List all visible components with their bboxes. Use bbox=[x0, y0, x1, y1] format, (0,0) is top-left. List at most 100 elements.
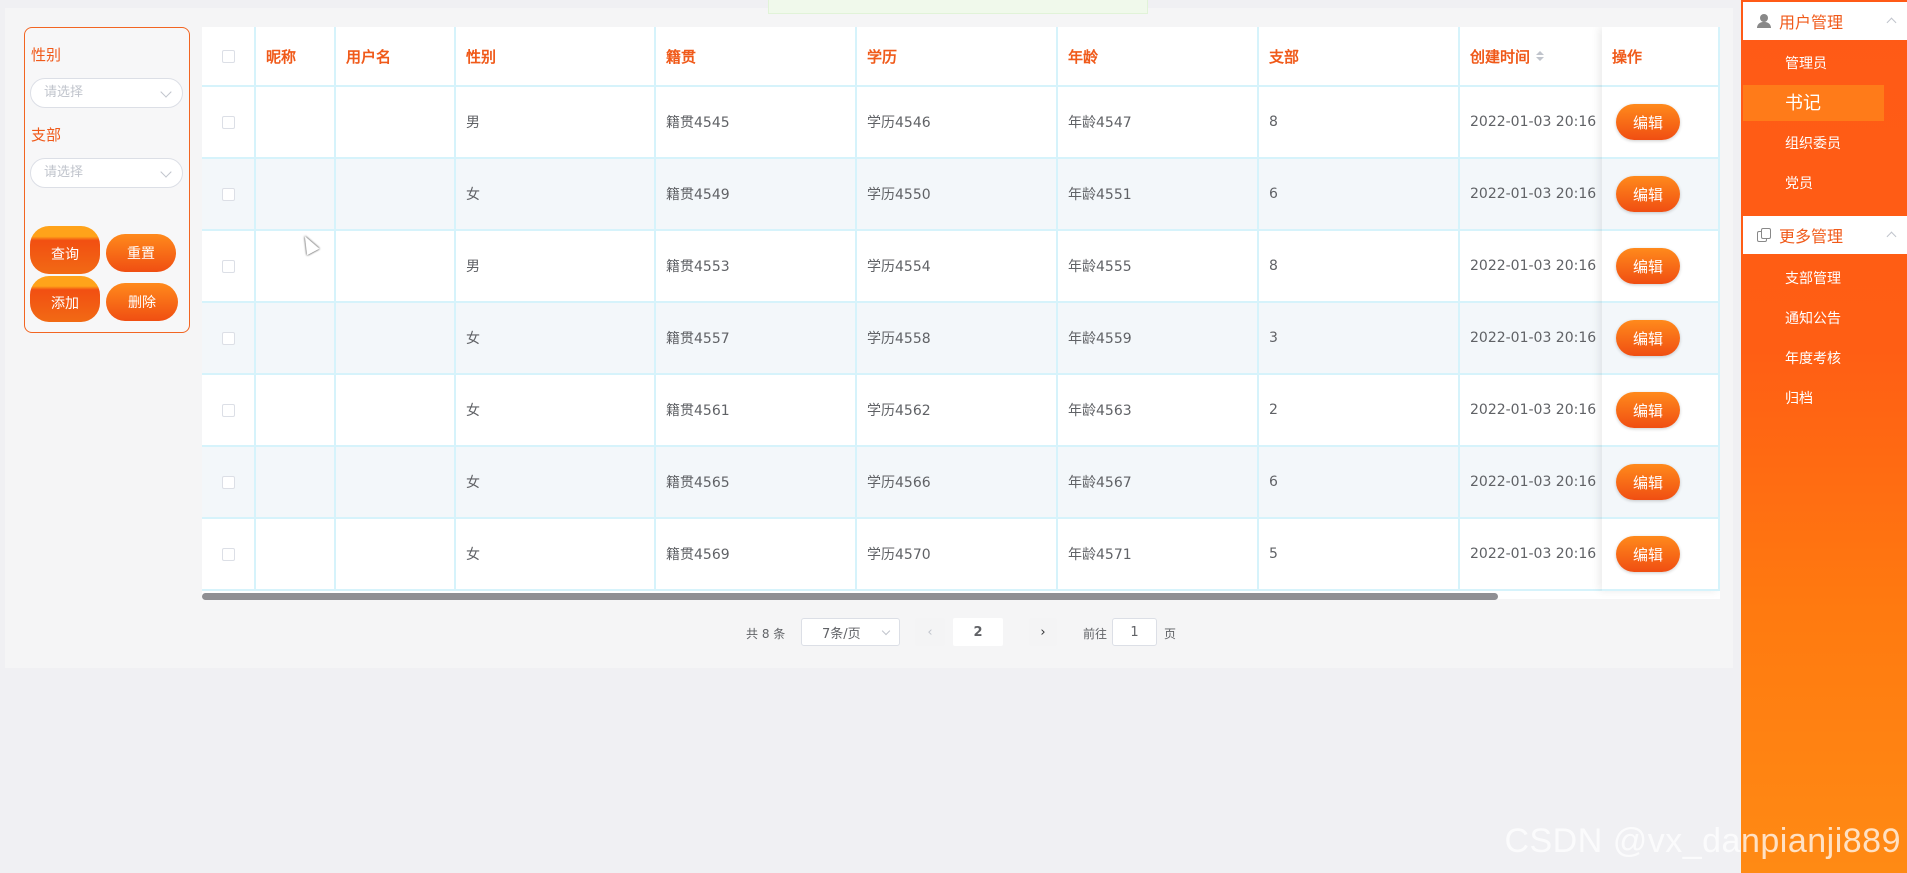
column-header-branch: 支部 bbox=[1259, 27, 1460, 87]
sidebar-item-0[interactable]: 管理员 bbox=[1785, 53, 1827, 73]
chevron-up-icon bbox=[1886, 231, 1897, 242]
table-cell-created: 2022-01-03 20:16 bbox=[1460, 303, 1620, 375]
row-checkbox[interactable] bbox=[221, 187, 235, 201]
chevron-left-icon: ‹ bbox=[927, 624, 933, 640]
table-cell-branch: 5 bbox=[1259, 519, 1460, 591]
prev-page-button[interactable]: ‹ bbox=[915, 618, 945, 646]
table-cell-created: 2022-01-03 20:16 bbox=[1460, 159, 1620, 231]
table-cell-username bbox=[336, 519, 456, 591]
sidebar-item-more-1[interactable]: 通知公告 bbox=[1785, 308, 1841, 328]
sidebar-item-more-3[interactable]: 归档 bbox=[1785, 388, 1813, 408]
edit-button[interactable]: 编辑 bbox=[1616, 104, 1680, 140]
table-cell-username bbox=[336, 231, 456, 303]
goto-page-value: 1 bbox=[1130, 624, 1139, 640]
sort-icon[interactable] bbox=[1536, 51, 1545, 61]
row-checkbox-cell bbox=[202, 159, 256, 231]
gender-select-placeholder: 请选择 bbox=[44, 85, 84, 100]
query-button[interactable]: 查询 bbox=[30, 226, 100, 274]
table-cell-ops: 编辑 bbox=[1602, 87, 1720, 159]
next-page-button[interactable]: › bbox=[1029, 618, 1057, 646]
table-cell-nickname bbox=[256, 447, 336, 519]
table-cell-gender: 男 bbox=[456, 231, 656, 303]
row-checkbox[interactable] bbox=[221, 259, 235, 273]
filter-panel: 性别 请选择 支部 请选择 查询 重置 添加 删除 bbox=[24, 27, 190, 333]
table-cell-branch: 6 bbox=[1259, 159, 1460, 231]
table-cell-native: 籍贯4553 bbox=[656, 231, 857, 303]
current-page[interactable]: 2 bbox=[953, 618, 1003, 646]
operations-column: 操作 编辑 编辑 编辑 编辑 编辑 编辑 编辑 bbox=[1602, 27, 1720, 591]
sidebar-item-more-0[interactable]: 支部管理 bbox=[1785, 268, 1841, 288]
delete-button[interactable]: 删除 bbox=[106, 283, 178, 321]
table-cell-ops: 编辑 bbox=[1602, 519, 1720, 591]
row-checkbox-cell bbox=[202, 303, 256, 375]
top-toast bbox=[768, 0, 1148, 14]
table-cell-branch: 6 bbox=[1259, 447, 1460, 519]
page-size-select[interactable]: 7条/页 bbox=[801, 618, 900, 646]
horizontal-scrollbar[interactable] bbox=[202, 593, 1498, 600]
table-cell-gender: 女 bbox=[456, 519, 656, 591]
column-header-label: 昵称 bbox=[266, 47, 297, 66]
gender-select[interactable]: 请选择 bbox=[30, 78, 183, 108]
sidebar-group-user-management[interactable]: 用户管理 bbox=[1743, 2, 1907, 40]
sidebar-item-3[interactable]: 党员 bbox=[1785, 173, 1813, 193]
branch-select[interactable]: 请选择 bbox=[30, 158, 183, 188]
column-header-gender: 性别 bbox=[456, 27, 656, 87]
edit-button[interactable]: 编辑 bbox=[1616, 176, 1680, 212]
sidebar-group-more-management[interactable]: 更多管理 bbox=[1743, 216, 1907, 254]
table-cell-age: 年龄4571 bbox=[1058, 519, 1259, 591]
sidebar-item-more-2[interactable]: 年度考核 bbox=[1785, 348, 1841, 368]
table-cell-education: 学历4554 bbox=[857, 231, 1058, 303]
table-cell-branch: 2 bbox=[1259, 375, 1460, 447]
goto-page-input[interactable]: 1 bbox=[1112, 618, 1157, 646]
table-cell-education: 学历4550 bbox=[857, 159, 1058, 231]
edit-button[interactable]: 编辑 bbox=[1616, 248, 1680, 284]
row-checkbox[interactable] bbox=[221, 547, 235, 561]
row-checkbox[interactable] bbox=[221, 403, 235, 417]
table-cell-gender: 女 bbox=[456, 447, 656, 519]
column-header-username: 用户名 bbox=[336, 27, 456, 87]
reset-button[interactable]: 重置 bbox=[106, 234, 176, 272]
table-cell-nickname bbox=[256, 519, 336, 591]
edit-button[interactable]: 编辑 bbox=[1616, 464, 1680, 500]
table-cell-age: 年龄4567 bbox=[1058, 447, 1259, 519]
row-checkbox[interactable] bbox=[221, 115, 235, 129]
chevron-up-icon bbox=[1886, 17, 1897, 28]
select-all-checkbox[interactable] bbox=[221, 49, 235, 63]
chevron-down-icon bbox=[160, 166, 172, 178]
table-cell-age: 年龄4563 bbox=[1058, 375, 1259, 447]
table-cell-created: 2022-01-03 20:16 bbox=[1460, 519, 1620, 591]
chevron-down-icon bbox=[881, 626, 891, 636]
row-checkbox-cell bbox=[202, 231, 256, 303]
row-checkbox[interactable] bbox=[221, 475, 235, 489]
watermark: CSDN @vx_danpianji889 bbox=[1504, 822, 1901, 860]
sidebar-item-2[interactable]: 组织委员 bbox=[1785, 133, 1841, 153]
row-checkbox-cell bbox=[202, 447, 256, 519]
table-cell-ops: 编辑 bbox=[1602, 303, 1720, 375]
row-checkbox[interactable] bbox=[221, 331, 235, 345]
row-checkbox-cell bbox=[202, 87, 256, 159]
add-button[interactable]: 添加 bbox=[30, 276, 100, 322]
copy-icon bbox=[1757, 228, 1771, 242]
table-cell-ops: 编辑 bbox=[1602, 231, 1720, 303]
table-cell-nickname bbox=[256, 159, 336, 231]
table-cell-username bbox=[336, 159, 456, 231]
table-cell-nickname bbox=[256, 303, 336, 375]
select-all-checkbox-cell[interactable] bbox=[202, 27, 256, 87]
table-cell-ops: 编辑 bbox=[1602, 447, 1720, 519]
column-header-label: 性别 bbox=[466, 47, 497, 66]
sidebar-item-1[interactable]: 书记 bbox=[1785, 89, 1821, 115]
table-cell-created: 2022-01-03 20:16 bbox=[1460, 375, 1620, 447]
page-size-value: 7条/页 bbox=[822, 626, 861, 642]
column-header-created[interactable]: 创建时间 bbox=[1460, 27, 1620, 87]
edit-button[interactable]: 编辑 bbox=[1616, 320, 1680, 356]
table-cell-ops: 编辑 bbox=[1602, 375, 1720, 447]
table-cell-native: 籍贯4549 bbox=[656, 159, 857, 231]
table-cell-native: 籍贯4557 bbox=[656, 303, 857, 375]
edit-button[interactable]: 编辑 bbox=[1616, 536, 1680, 572]
edit-button[interactable]: 编辑 bbox=[1616, 392, 1680, 428]
goto-label: 前往 bbox=[1083, 627, 1108, 641]
gender-filter-label: 性别 bbox=[31, 46, 62, 64]
chevron-down-icon bbox=[160, 86, 172, 98]
table-cell-education: 学历4558 bbox=[857, 303, 1058, 375]
table-cell-username bbox=[336, 375, 456, 447]
